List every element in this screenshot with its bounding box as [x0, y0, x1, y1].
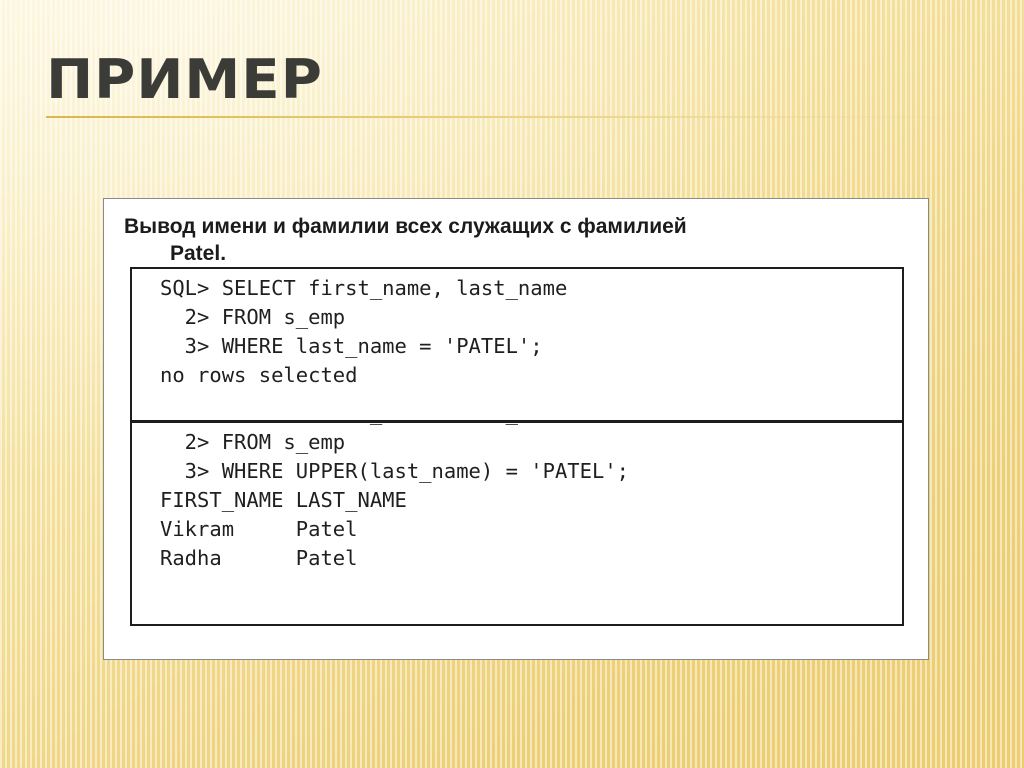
lead-paragraph: Вывод имени и фамилии всех служащих с фа… — [104, 199, 928, 267]
lead-line-2: Patel. — [170, 242, 227, 265]
title-divider — [46, 116, 984, 118]
code-block-2-text: SQL> SELECT first_name, last_name 2> FRO… — [160, 423, 629, 570]
slide: ПРИМЕР Вывод имени и фамилии всех служащ… — [0, 0, 1024, 768]
title-block: ПРИМЕР — [44, 52, 984, 128]
page-title: ПРИМЕР — [46, 48, 323, 111]
code-block-1: SQL> SELECT first_name, last_name 2> FRO… — [130, 267, 904, 422]
code-block-2: SQL> SELECT first_name, last_name 2> FRO… — [130, 421, 904, 626]
content-box: Вывод имени и фамилии всех служащих с фа… — [103, 198, 929, 660]
lead-line-1: Вывод имени и фамилии всех служащих с фа… — [124, 215, 687, 238]
code-block-1-text: SQL> SELECT first_name, last_name 2> FRO… — [160, 276, 568, 387]
